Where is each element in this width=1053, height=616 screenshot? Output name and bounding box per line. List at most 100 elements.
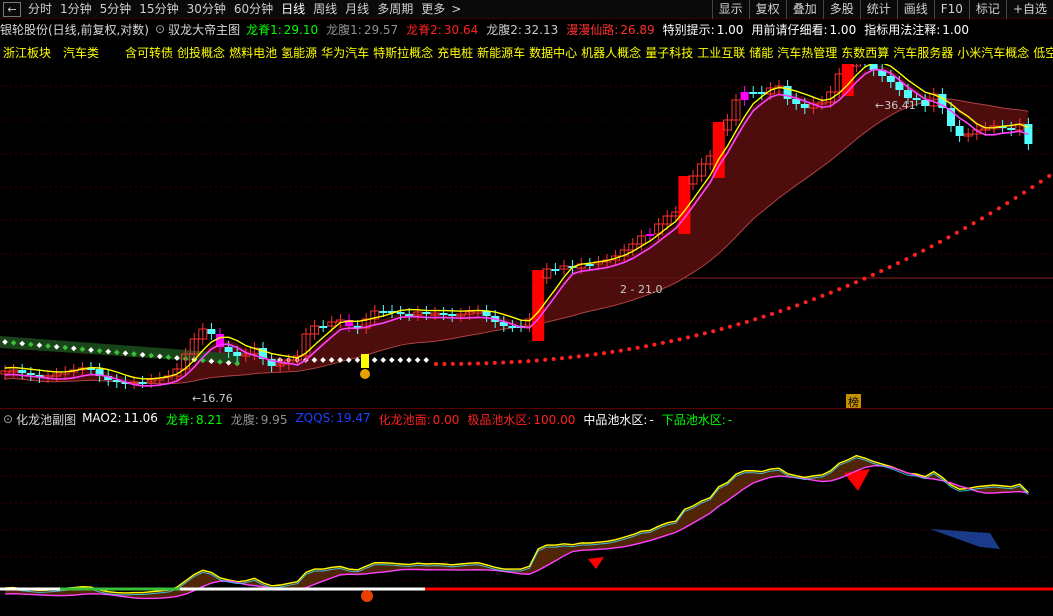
back-arrow-icon: ← xyxy=(7,2,17,16)
candle-body xyxy=(405,314,414,316)
trail-dot-red xyxy=(912,252,917,257)
indicator-switch-icon[interactable]: ⊙ xyxy=(155,22,165,36)
yellow-signal-candle xyxy=(361,354,369,368)
period-tab-5[interactable]: 60分钟 xyxy=(230,0,277,19)
concept-tag-9[interactable]: 新能源车 xyxy=(477,44,525,61)
concept-tag-15[interactable]: 汽车热管理 xyxy=(777,44,837,61)
sub-indicator-values: MAO2: 11.06 龙脊: 8.21 龙腹: 9.95 ZQQS: 19.47 化龙池面: 0… xyxy=(82,411,740,428)
concept-tag-5[interactable]: 氢能源 xyxy=(281,44,317,61)
trail-dot-red xyxy=(938,239,942,244)
toolbar-button-2[interactable]: 叠加 xyxy=(785,0,823,19)
toolbar-button-8[interactable]: +自选 xyxy=(1005,0,1053,19)
sub-indicator-name[interactable]: 化龙池副图 xyxy=(16,411,76,428)
concept-tag-17[interactable]: 汽车服务器 xyxy=(893,44,953,61)
trail-dot-red xyxy=(963,226,968,231)
concept-tag-0[interactable]: 浙江板块 xyxy=(3,44,51,61)
sub-indicator-switch-icon[interactable]: ⊙ xyxy=(3,412,13,426)
concept-tag-11[interactable]: 机器人概念 xyxy=(581,44,641,61)
toolbar-button-7[interactable]: 标记 xyxy=(968,0,1006,19)
low-price-label: ←16.76 xyxy=(192,392,233,405)
concept-tag-18[interactable]: 小米汽车概念 xyxy=(957,44,1029,61)
concept-tags-row: 浙江板块 汽车类 含可转债 创投概念 燃料电池 氢能源 华为汽车 特斯拉概念 充电桩 新能源车 数据… xyxy=(0,44,1053,64)
trail-dot-red xyxy=(845,283,850,288)
concept-tag-6[interactable]: 华为汽车 xyxy=(321,44,369,61)
main_header-item-7: 指标用法注释: 1.00 xyxy=(864,21,969,38)
candle-body xyxy=(955,126,964,136)
trail-dot-red xyxy=(459,361,464,366)
back-button[interactable]: ← xyxy=(3,1,21,17)
concept-tag-12[interactable]: 量子科技 xyxy=(645,44,693,61)
concept-tag-1[interactable]: 汽车类 xyxy=(63,44,99,61)
toolbar-button-0[interactable]: 显示 xyxy=(711,0,749,19)
concept-tag-4[interactable]: 燃料电池 xyxy=(229,44,277,61)
candle-body xyxy=(138,382,147,384)
main-indicator-name[interactable]: 驭龙大帝主图 xyxy=(168,21,240,38)
concept-tag-10[interactable]: 数据中心 xyxy=(529,44,577,61)
concept-tag-7[interactable]: 特斯拉概念 xyxy=(373,44,433,61)
trail-dot-red xyxy=(526,359,531,364)
period-tab-2[interactable]: 5分钟 xyxy=(96,0,136,19)
period-tab-7[interactable]: 周线 xyxy=(309,0,341,19)
period-tab-1[interactable]: 1分钟 xyxy=(56,0,96,19)
sub-ribbon xyxy=(5,455,1029,599)
trail-dot-red xyxy=(686,335,690,340)
trail-dot-red xyxy=(904,257,909,262)
main_header-label-5: 特别提示: xyxy=(662,22,715,37)
concept-tag-16[interactable]: 东数西算 xyxy=(841,44,889,61)
trail-dot-red xyxy=(980,216,984,221)
concept-tag-3[interactable]: 创投概念 xyxy=(177,44,225,61)
trail-dot-red xyxy=(812,297,816,302)
toolbar-button-6[interactable]: F10 xyxy=(933,0,969,19)
period-tab-0[interactable]: 分时 xyxy=(24,0,56,19)
trail-dot xyxy=(423,357,430,363)
main-candlestick-chart[interactable]: ←16.76 ←36.41 2 - 21.0 榜 xyxy=(0,64,1053,409)
concept-tag-19[interactable]: 低空经 xyxy=(1033,44,1053,61)
toolbar-button-5[interactable]: 画线 xyxy=(896,0,934,19)
period-tab-9[interactable]: 多周期 xyxy=(373,0,417,19)
mid-level-label: 2 - 21.0 xyxy=(620,283,662,296)
trail-dot-red xyxy=(711,329,716,334)
trail-dot-red xyxy=(921,248,926,253)
candle-body xyxy=(224,347,233,352)
toolbar-button-4[interactable]: 统计 xyxy=(859,0,897,19)
period-tab-4[interactable]: 30分钟 xyxy=(183,0,230,19)
trail-dot-red xyxy=(996,206,1001,211)
toolbar-button-1[interactable]: 复权 xyxy=(748,0,786,19)
signal-marker xyxy=(360,369,370,379)
period-tab-10[interactable]: 更多 xyxy=(417,0,449,19)
concept-tag-2[interactable]: 含可转债 xyxy=(125,44,173,61)
concept-tag-13[interactable]: 工业互联 xyxy=(697,44,745,61)
candle-body xyxy=(886,76,895,82)
trail-dot-red xyxy=(728,324,732,329)
sub_header-label-1: 龙脊: xyxy=(165,412,194,427)
sub_header-item-4: 化龙池面: 0.00 xyxy=(379,411,460,428)
trail-dot-red xyxy=(492,360,497,365)
candle-body xyxy=(396,312,405,314)
concept-tag-8[interactable]: 充电桩 xyxy=(437,44,473,61)
trail-dot-red xyxy=(988,211,993,216)
main_header-value-4: 26.89 xyxy=(620,22,655,37)
concept-tag-14[interactable]: 储能 xyxy=(749,44,773,61)
trail-dot-red xyxy=(434,362,438,366)
trail-dot-red xyxy=(467,361,472,366)
sub_header-item-0: MAO2: 11.06 xyxy=(82,411,158,428)
main-ribbon-edge xyxy=(4,98,1029,385)
sub-cyan-line xyxy=(4,457,1029,596)
sub-magenta-line xyxy=(4,464,1029,600)
toolbar-button-3[interactable]: 多股 xyxy=(822,0,860,19)
chevron-right-icon[interactable]: > xyxy=(449,0,463,19)
main_header-label-3: 龙腹2: xyxy=(486,22,522,37)
period-tab-3[interactable]: 15分钟 xyxy=(135,0,182,19)
period-tab-6[interactable]: 日线 xyxy=(277,0,309,19)
grid-lines xyxy=(0,85,1053,388)
main_header-label-6: 用前请仔细看: xyxy=(751,22,828,37)
candle-body xyxy=(749,92,758,94)
candle-body xyxy=(800,104,809,108)
trail-dot-red xyxy=(820,293,825,298)
trail-dot-red xyxy=(879,269,884,274)
candle-body xyxy=(422,312,431,314)
sub-indicator-chart[interactable] xyxy=(0,429,1053,616)
high-price-label: ←36.41 xyxy=(875,99,916,112)
trail-dot xyxy=(388,357,395,363)
period-tab-8[interactable]: 月线 xyxy=(341,0,373,19)
